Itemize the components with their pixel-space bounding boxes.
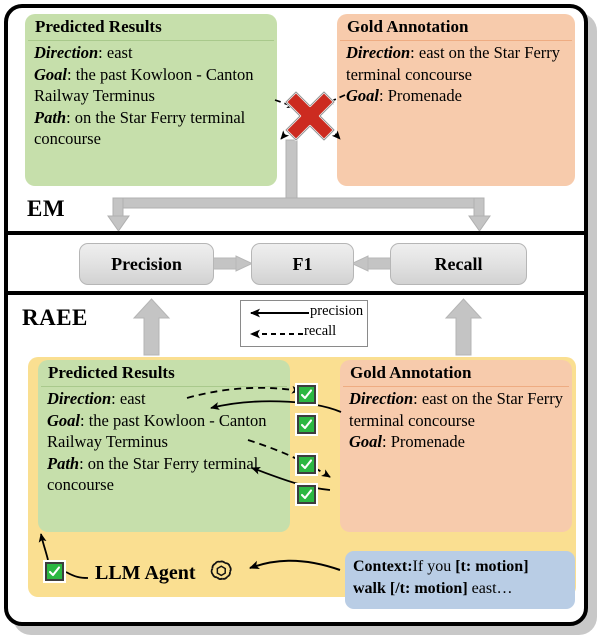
legend-label-precision: precision (310, 303, 364, 319)
em-section-label: EM (27, 196, 66, 221)
metric-precision-pill[interactable]: Precision (79, 243, 214, 285)
metric-f1-label: F1 (292, 253, 313, 274)
em-predicted-value-direction: : east (98, 43, 133, 62)
em-gold-row-direction: Direction: east on the Star Ferry termin… (346, 42, 568, 85)
metric-recall-label: Recall (434, 253, 483, 274)
raee-predicted-results-card: Predicted Results Direction: east Goal: … (38, 360, 290, 532)
raee-gold-key-direction: Direction (349, 389, 414, 408)
em-predicted-row-direction: Direction: east (34, 42, 270, 64)
em-gold-annotation-card: Gold Annotation Direction: east on the S… (337, 14, 575, 186)
check-icon-4 (297, 485, 316, 504)
em-gold-key-direction: Direction (346, 43, 411, 62)
em-predicted-card-body: Direction: east Goal: the past Kowloon -… (25, 41, 277, 154)
raee-predicted-key-path: Path (47, 453, 80, 473)
divider-em-metrics (4, 231, 588, 235)
raee-gold-card-body: Direction: east on the Star Ferry termin… (340, 387, 572, 457)
context-box: Context:If you [t: motion] walk [/t: mot… (345, 551, 575, 609)
context-line2-tag: walk [/t: motion] (353, 580, 468, 597)
em-predicted-key-goal: Goal (34, 64, 67, 84)
raee-predicted-row-path: Path: on the Star Ferry terminal concour… (47, 453, 283, 496)
raee-gold-row-goal: Goal: Promenade (349, 431, 565, 453)
raee-predicted-card-title: Predicted Results (48, 363, 175, 382)
context-line1-rest: If you (412, 558, 456, 575)
raee-predicted-row-goal: Goal: the past Kowloon - Canton Railway … (47, 410, 283, 453)
context-line2-rest: east… (467, 580, 513, 597)
raee-predicted-key-goal: Goal (47, 410, 80, 430)
context-line-2: walk [/t: motion] east… (353, 578, 569, 600)
divider-metrics-raee (4, 291, 588, 295)
em-gold-value-goal: : Promenade (379, 86, 462, 105)
raee-predicted-card-body: Direction: east Goal: the past Kowloon -… (38, 387, 290, 500)
em-predicted-row-path: Path: on the Star Ferry terminal concour… (34, 107, 270, 150)
em-predicted-key-direction: Direction (34, 43, 99, 62)
em-gold-key-goal: Goal (346, 86, 379, 105)
raee-section-label: RAEE (22, 305, 88, 330)
check-icon-1 (297, 385, 316, 404)
raee-gold-row-direction: Direction: east on the Star Ferry termin… (349, 388, 565, 431)
context-label: Context: (353, 558, 413, 575)
em-predicted-results-card: Predicted Results Direction: east Goal: … (25, 14, 277, 186)
em-predicted-key-path: Path (34, 107, 67, 127)
em-gold-row-goal: Goal: Promenade (346, 85, 568, 107)
raee-gold-card-title: Gold Annotation (350, 363, 472, 382)
legend-label-recall: recall (304, 323, 337, 339)
llm-agent-label: LLM Agent (95, 562, 196, 584)
raee-gold-key-goal: Goal (349, 432, 382, 451)
raee-predicted-row-direction: Direction: east (47, 388, 283, 410)
check-icon-2 (297, 415, 316, 434)
context-line-1: Context:If you [t: motion] (353, 556, 569, 578)
check-icon-3 (297, 455, 316, 474)
metric-recall-pill[interactable]: Recall (390, 243, 527, 285)
em-predicted-row-goal: Goal: the past Kowloon - Canton Railway … (34, 64, 270, 107)
raee-vs-em-figure: Predicted Results Direction: east Goal: … (0, 0, 604, 640)
raee-predicted-value-path: : on the Star Ferry terminal concourse (47, 453, 259, 495)
raee-gold-annotation-card: Gold Annotation Direction: east on the S… (340, 360, 572, 532)
em-predicted-value-goal: : the past Kowloon - Canton Railway Term… (34, 64, 254, 106)
em-predicted-card-title: Predicted Results (35, 17, 162, 36)
context-line1-tag: [t: motion] (455, 558, 529, 575)
raee-gold-value-goal: : Promenade (382, 432, 465, 451)
raee-predicted-key-direction: Direction (47, 389, 112, 408)
raee-predicted-value-direction: : east (111, 389, 146, 408)
arrow-legend: precision recall (240, 300, 368, 347)
raee-predicted-value-goal: : the past Kowloon - Canton Railway Term… (47, 410, 267, 452)
em-predicted-value-path: : on the Star Ferry terminal concourse (34, 107, 246, 149)
metric-f1-pill[interactable]: F1 (251, 243, 354, 285)
check-icon-llm-output (45, 562, 64, 581)
em-gold-card-body: Direction: east on the Star Ferry termin… (337, 41, 575, 111)
em-gold-card-title: Gold Annotation (347, 17, 469, 36)
metric-precision-label: Precision (111, 253, 182, 274)
